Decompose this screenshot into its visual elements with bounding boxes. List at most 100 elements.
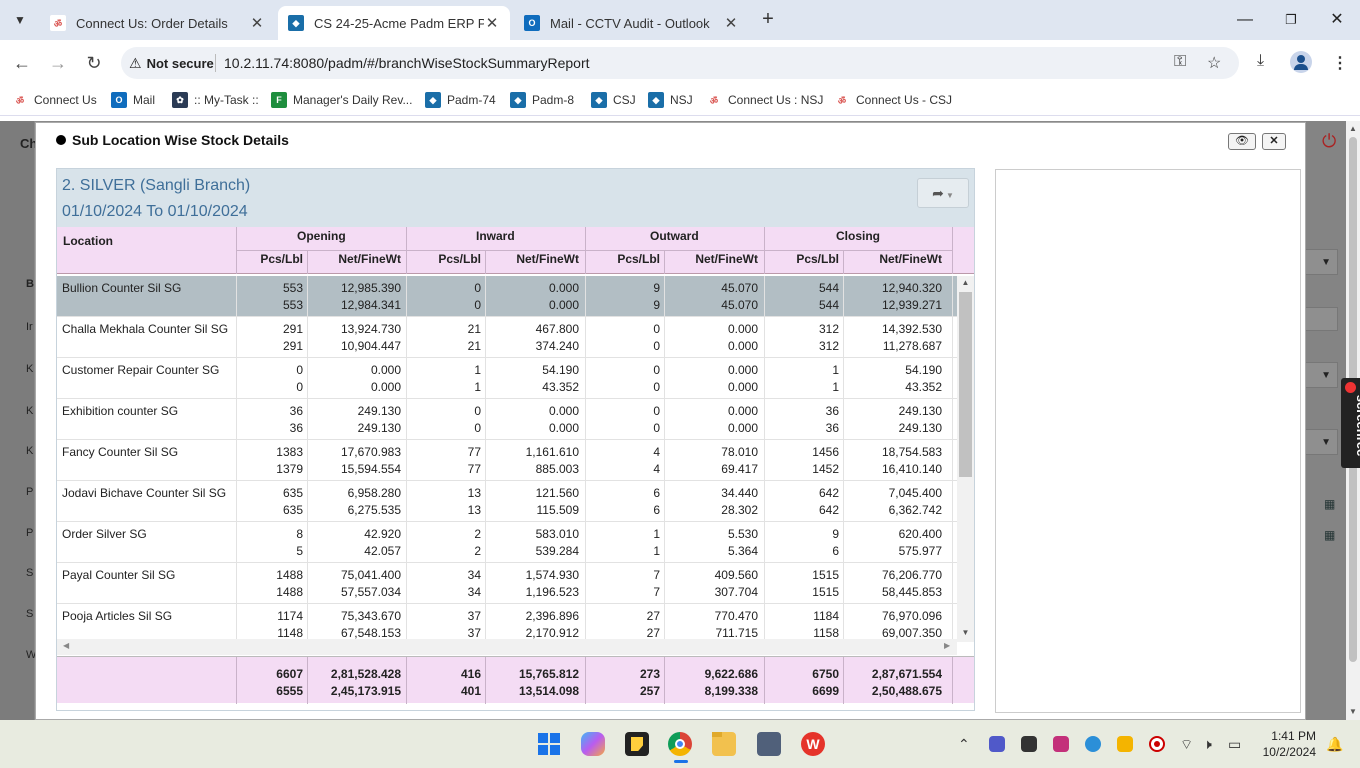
total-inward-wt-cell: 13,514.098 [518,684,579,698]
scroll-down-icon[interactable]: ▼ [957,628,974,637]
outward-pcs-cell: 1 [653,544,660,558]
tray-app-icon[interactable] [1021,736,1037,752]
scroll-right-icon[interactable]: ▶ [944,641,950,650]
scroll-down-icon[interactable]: ▼ [1346,707,1360,716]
back-arrow-icon[interactable]: ← [10,51,34,75]
bookmark-managers-daily[interactable]: F Manager's Daily Rev... [271,92,412,108]
wps-office-icon[interactable]: W [801,732,825,756]
toggle-visibility-button[interactable]: 👁 [1228,133,1256,150]
profile-avatar-icon[interactable] [1290,51,1312,73]
bookmark-my-task[interactable]: ✿:: My-Task :: [172,92,259,108]
scrollbar-thumb[interactable] [959,292,972,477]
inward-wt-cell: 583.010 [535,527,579,541]
system-clock[interactable]: 1:41 PM 10/2/2024 [1258,728,1316,760]
chrome-icon[interactable] [668,732,692,756]
bookmark-padm-8[interactable]: ◆ Padm-8 [510,92,574,108]
bookmark-nsj[interactable]: ◆ NSJ [648,92,693,108]
grid-vertical-scrollbar[interactable]: ▲ ▼ [957,276,974,642]
grid-horizontal-scrollbar[interactable]: ◀ ▶ [57,639,957,655]
closing-pcs-cell: 1452 [812,462,839,476]
table-row[interactable]: Order Silver SG 8 42.920 2 583.010 1 5.530 9 620… [57,522,957,563]
bookmark-mail[interactable]: O Mail [111,92,155,108]
padm-icon: ◆ [591,92,607,108]
inward-wt-cell: 1,161.610 [525,445,579,459]
col-opening-wt[interactable]: Net/FineWt [307,252,401,266]
bookmark-connect-us[interactable]: ॐ Connect Us [12,92,97,108]
table-row[interactable]: Fancy Counter Sil SG 1383 17,670.983 77 1,16… [57,440,957,481]
table-row[interactable]: Bullion Counter Sil SG 553 12,985.390 0 0.00… [57,276,957,317]
table-row[interactable]: Challa Mekhala Counter Sil SG 291 13,924.7… [57,317,957,358]
close-modal-button[interactable]: ✕ [1262,133,1286,150]
password-key-icon[interactable]: ⚿ [1174,53,1186,71]
restore-window-icon[interactable]: ❐ [1277,8,1305,32]
reload-icon[interactable]: ↻ [82,51,106,75]
forms-icon: F [271,92,287,108]
url-text[interactable]: 10.2.11.74:8080/padm/#/branchWiseStockSu… [224,55,590,71]
teams-icon[interactable] [989,736,1005,752]
forward-arrow-icon[interactable]: → [46,51,70,75]
share-button[interactable]: ➦ ▼ [917,178,969,208]
scroll-left-icon[interactable]: ◀ [63,641,69,650]
tab-padm-erp[interactable]: ◆ CS 24-25-Acme Padm ERP Platf ✕ [278,6,510,40]
close-tab-icon[interactable]: ✕ [249,14,265,32]
total-opening-wt-cell: 2,45,173.915 [330,684,401,698]
bookmark-connect-us-nsj[interactable]: ॐ Connect Us : NSJ [706,92,823,108]
battery-icon[interactable]: ▭ [1228,736,1241,753]
col-opening-pcs[interactable]: Pcs/Lbl [237,252,303,266]
table-row[interactable]: Payal Counter Sil SG 1488 75,041.400 34 1,57… [57,563,957,604]
bookmark-connect-us-csj[interactable]: ॐ Connect Us - CSJ [834,92,952,108]
wifi-icon[interactable]: ⌔ [1180,736,1193,754]
onedrive-icon[interactable] [1085,736,1101,752]
tab-search-chevron-icon[interactable]: ▼ [8,8,32,32]
remote-app-icon[interactable] [757,732,781,756]
record-tray-icon[interactable] [1149,736,1165,752]
chevron-down-icon: ▼ [1306,249,1338,275]
scroll-up-icon[interactable]: ▲ [1346,124,1360,133]
tray-app-icon[interactable] [1053,736,1069,752]
stock-details-modal: Sub Location Wise Stock Details 👁 ✕ 2. S… [35,122,1306,720]
col-location[interactable]: Location [63,234,113,248]
tray-overflow-chevron-icon[interactable]: ⌃ [958,736,970,753]
download-icon[interactable]: ⤓ [1257,52,1264,70]
bookmark-csj[interactable]: ◆ CSJ [591,92,636,108]
table-row[interactable]: Customer Repair Counter SG 0 0.000 1 54.190 0… [57,358,957,399]
windows-start-icon[interactable] [537,732,561,756]
col-closing-pcs[interactable]: Pcs/Lbl [773,252,839,266]
outward-pcs-cell: 4 [653,462,660,476]
table-row[interactable]: Exhibition counter SG 36 249.130 0 0.000 0 0.0… [57,399,957,440]
closing-pcs-cell: 312 [818,339,839,353]
minimize-window-icon[interactable]: — [1231,8,1259,32]
table-row[interactable]: Pooja Articles Sil SG 1174 75,343.670 37 2,3… [57,604,957,642]
col-closing-wt[interactable]: Net/FineWt [843,252,942,266]
col-outward-wt[interactable]: Net/FineWt [664,252,758,266]
security-indicator[interactable]: ⚠ Not secure [129,54,214,72]
close-tab-icon[interactable]: ✕ [484,14,500,32]
volume-muted-icon[interactable]: 🕨 [1203,736,1212,753]
table-row[interactable]: Jodavi Bichave Counter Sil SG 635 6,958.28… [57,481,957,522]
security-shield-icon[interactable] [1117,736,1133,752]
close-window-icon[interactable]: ✕ [1323,8,1351,32]
col-inward-pcs[interactable]: Pcs/Lbl [415,252,481,266]
browser-menu-icon[interactable]: ⋮ [1332,53,1348,73]
bookmark-star-icon[interactable]: ☆ [1207,53,1221,73]
screenrec-widget[interactable]: screenrec [1341,378,1360,468]
notes-app-icon[interactable] [625,732,649,756]
closing-wt-cell: 18,754.583 [881,445,942,459]
notifications-bell-icon[interactable]: 🔔 [1326,736,1343,753]
new-tab-plus-icon[interactable]: + [757,8,779,32]
close-tab-icon[interactable]: ✕ [723,14,739,32]
col-outward-pcs[interactable]: Pcs/Lbl [594,252,660,266]
chevron-down-icon: ▼ [943,191,954,200]
active-app-indicator [674,760,688,763]
file-explorer-icon[interactable] [712,732,736,756]
col-inward-wt[interactable]: Net/FineWt [485,252,579,266]
scroll-up-icon[interactable]: ▲ [957,278,974,287]
tab-connect-us[interactable]: ॐ Connect Us: Order Details ✕ [40,6,275,40]
bookmark-padm-74[interactable]: ◆ Padm-74 [425,92,496,108]
total-inward-pcs-cell: 416 [460,667,481,681]
tab-outlook-mail[interactable]: O Mail - CCTV Audit - Outlook ✕ [514,6,749,40]
copilot-icon[interactable] [581,732,605,756]
closing-wt-cell: 620.400 [898,527,942,541]
opening-wt-cell: 249.130 [357,404,401,418]
outward-pcs-cell: 0 [653,322,660,336]
